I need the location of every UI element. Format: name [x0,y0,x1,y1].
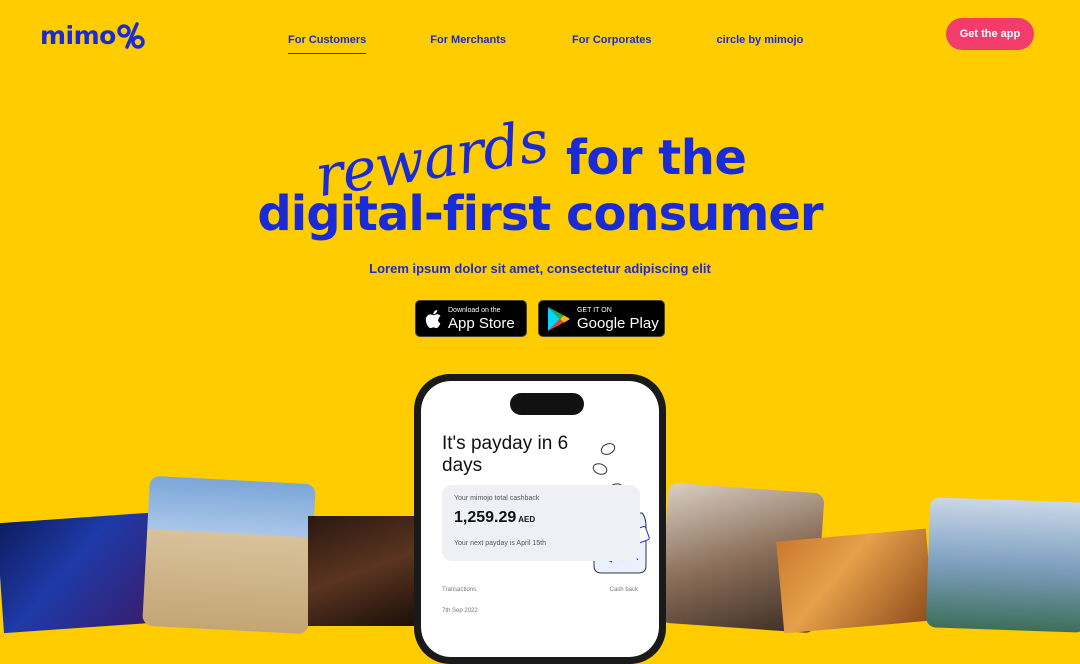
nav-circle-by-mimojo[interactable]: circle by mimojo [717,34,804,52]
cashback-currency: AED [518,515,536,524]
transactions-header: Transactions Cash back [442,587,638,593]
nav-for-corporates[interactable]: For Corporates [572,34,651,52]
photo-city-skyline [925,497,1080,633]
get-the-app-button[interactable]: Get the app [946,18,1034,50]
cashback-amount-row: 1,259.29 AED [454,509,535,527]
next-payday-text: Your next payday is April 15th [454,540,546,547]
google-play-icon [547,306,571,332]
photo-iced-coffee [308,516,418,626]
phone-mockup: It's payday in 6 days Your mimojo total … [414,374,666,664]
logo-mark-icon [117,22,145,49]
main-nav: For Customers For Merchants For Corporat… [288,34,804,54]
app-store-small-text: Download on the [448,306,501,314]
photo-building [142,475,316,635]
cash-back-label: Cash back [609,587,638,593]
google-play-badge[interactable]: GET IT ON Google Play [538,300,665,337]
phone-screen: It's payday in 6 days Your mimojo total … [421,381,659,657]
transactions-label: Transactions [442,587,477,593]
google-play-big-text: Google Play [577,314,659,332]
google-play-small-text: GET IT ON [577,306,612,314]
app-store-big-text: App Store [448,314,515,332]
logo-text: mimo [40,20,116,50]
hero-line-1: for the [566,130,747,186]
app-store-badge[interactable]: Download on the App Store [415,300,527,337]
hero-line-2: digital-first consumer [257,186,823,242]
logo[interactable]: mimo [40,18,145,52]
hero-subtitle: Lorem ipsum dolor sit amet, consectetur … [369,261,711,276]
cashback-label: Your mimojo total cashback [454,495,540,502]
cashback-card[interactable]: Your mimojo total cashback 1,259.29 AED Y… [442,485,640,561]
dynamic-island [510,393,584,415]
cashback-amount: 1,259.29 [454,509,517,526]
payday-headline: It's payday in 6 days [442,433,569,476]
nav-for-merchants[interactable]: For Merchants [430,34,506,52]
transaction-date: 7th Sep 2022 [442,608,478,614]
photo-pizza [776,528,934,634]
hero-script-word: rewards [311,107,553,200]
apple-icon [424,309,442,329]
nav-for-customers[interactable]: For Customers [288,34,367,54]
photo-man-sunglasses [0,512,156,634]
